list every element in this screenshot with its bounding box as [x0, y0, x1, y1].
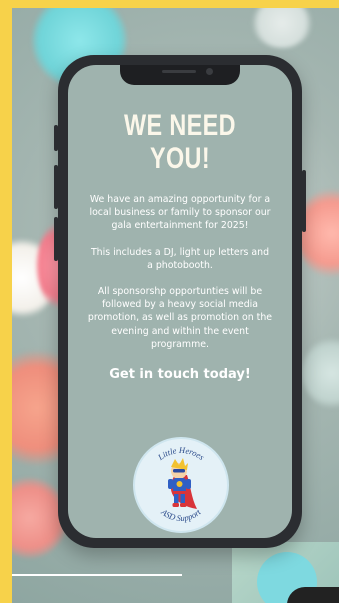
sponsorship-paragraph: All sponsorshp opportunties will be foll…: [87, 286, 273, 350]
speaker-grille: [162, 70, 196, 73]
decorative-divider: [12, 574, 182, 576]
bokeh-light-grey: [252, 8, 312, 48]
poster-content: WE NEED YOU! We have an amazing opportun…: [68, 109, 292, 382]
intro-paragraph: We have an amazing opportunity for a loc…: [89, 194, 271, 232]
corner-photo-thumbnail: [232, 542, 339, 603]
phone-power-button: [302, 170, 306, 232]
logo-top-text: Little Heroes: [155, 445, 207, 463]
headline: WE NEED YOU!: [93, 109, 268, 175]
phone-screen: WE NEED YOU! We have an amazing opportun…: [68, 65, 292, 538]
includes-paragraph: This includes a DJ, light up letters and…: [90, 246, 270, 271]
phone-volume-down-button: [54, 217, 58, 261]
headline-line-2: YOU!: [149, 142, 211, 175]
little-heroes-logo: Little Heroes ASD Support: [133, 437, 229, 533]
headline-line-1: WE NEED: [124, 109, 236, 142]
phone-notch: [120, 65, 240, 85]
front-camera-icon: [206, 68, 213, 75]
phone-volume-up-button: [54, 165, 58, 209]
svg-text:Little Heroes: Little Heroes: [155, 445, 207, 463]
call-to-action: Get in touch today!: [109, 367, 251, 383]
phone-mockup: WE NEED YOU! We have an amazing opportun…: [54, 55, 306, 548]
bokeh-light-mint: [302, 338, 339, 408]
phone-mute-switch: [54, 125, 58, 151]
phone-corner-silhouette: [287, 587, 339, 603]
superhero-mascot-icon: [168, 458, 197, 509]
